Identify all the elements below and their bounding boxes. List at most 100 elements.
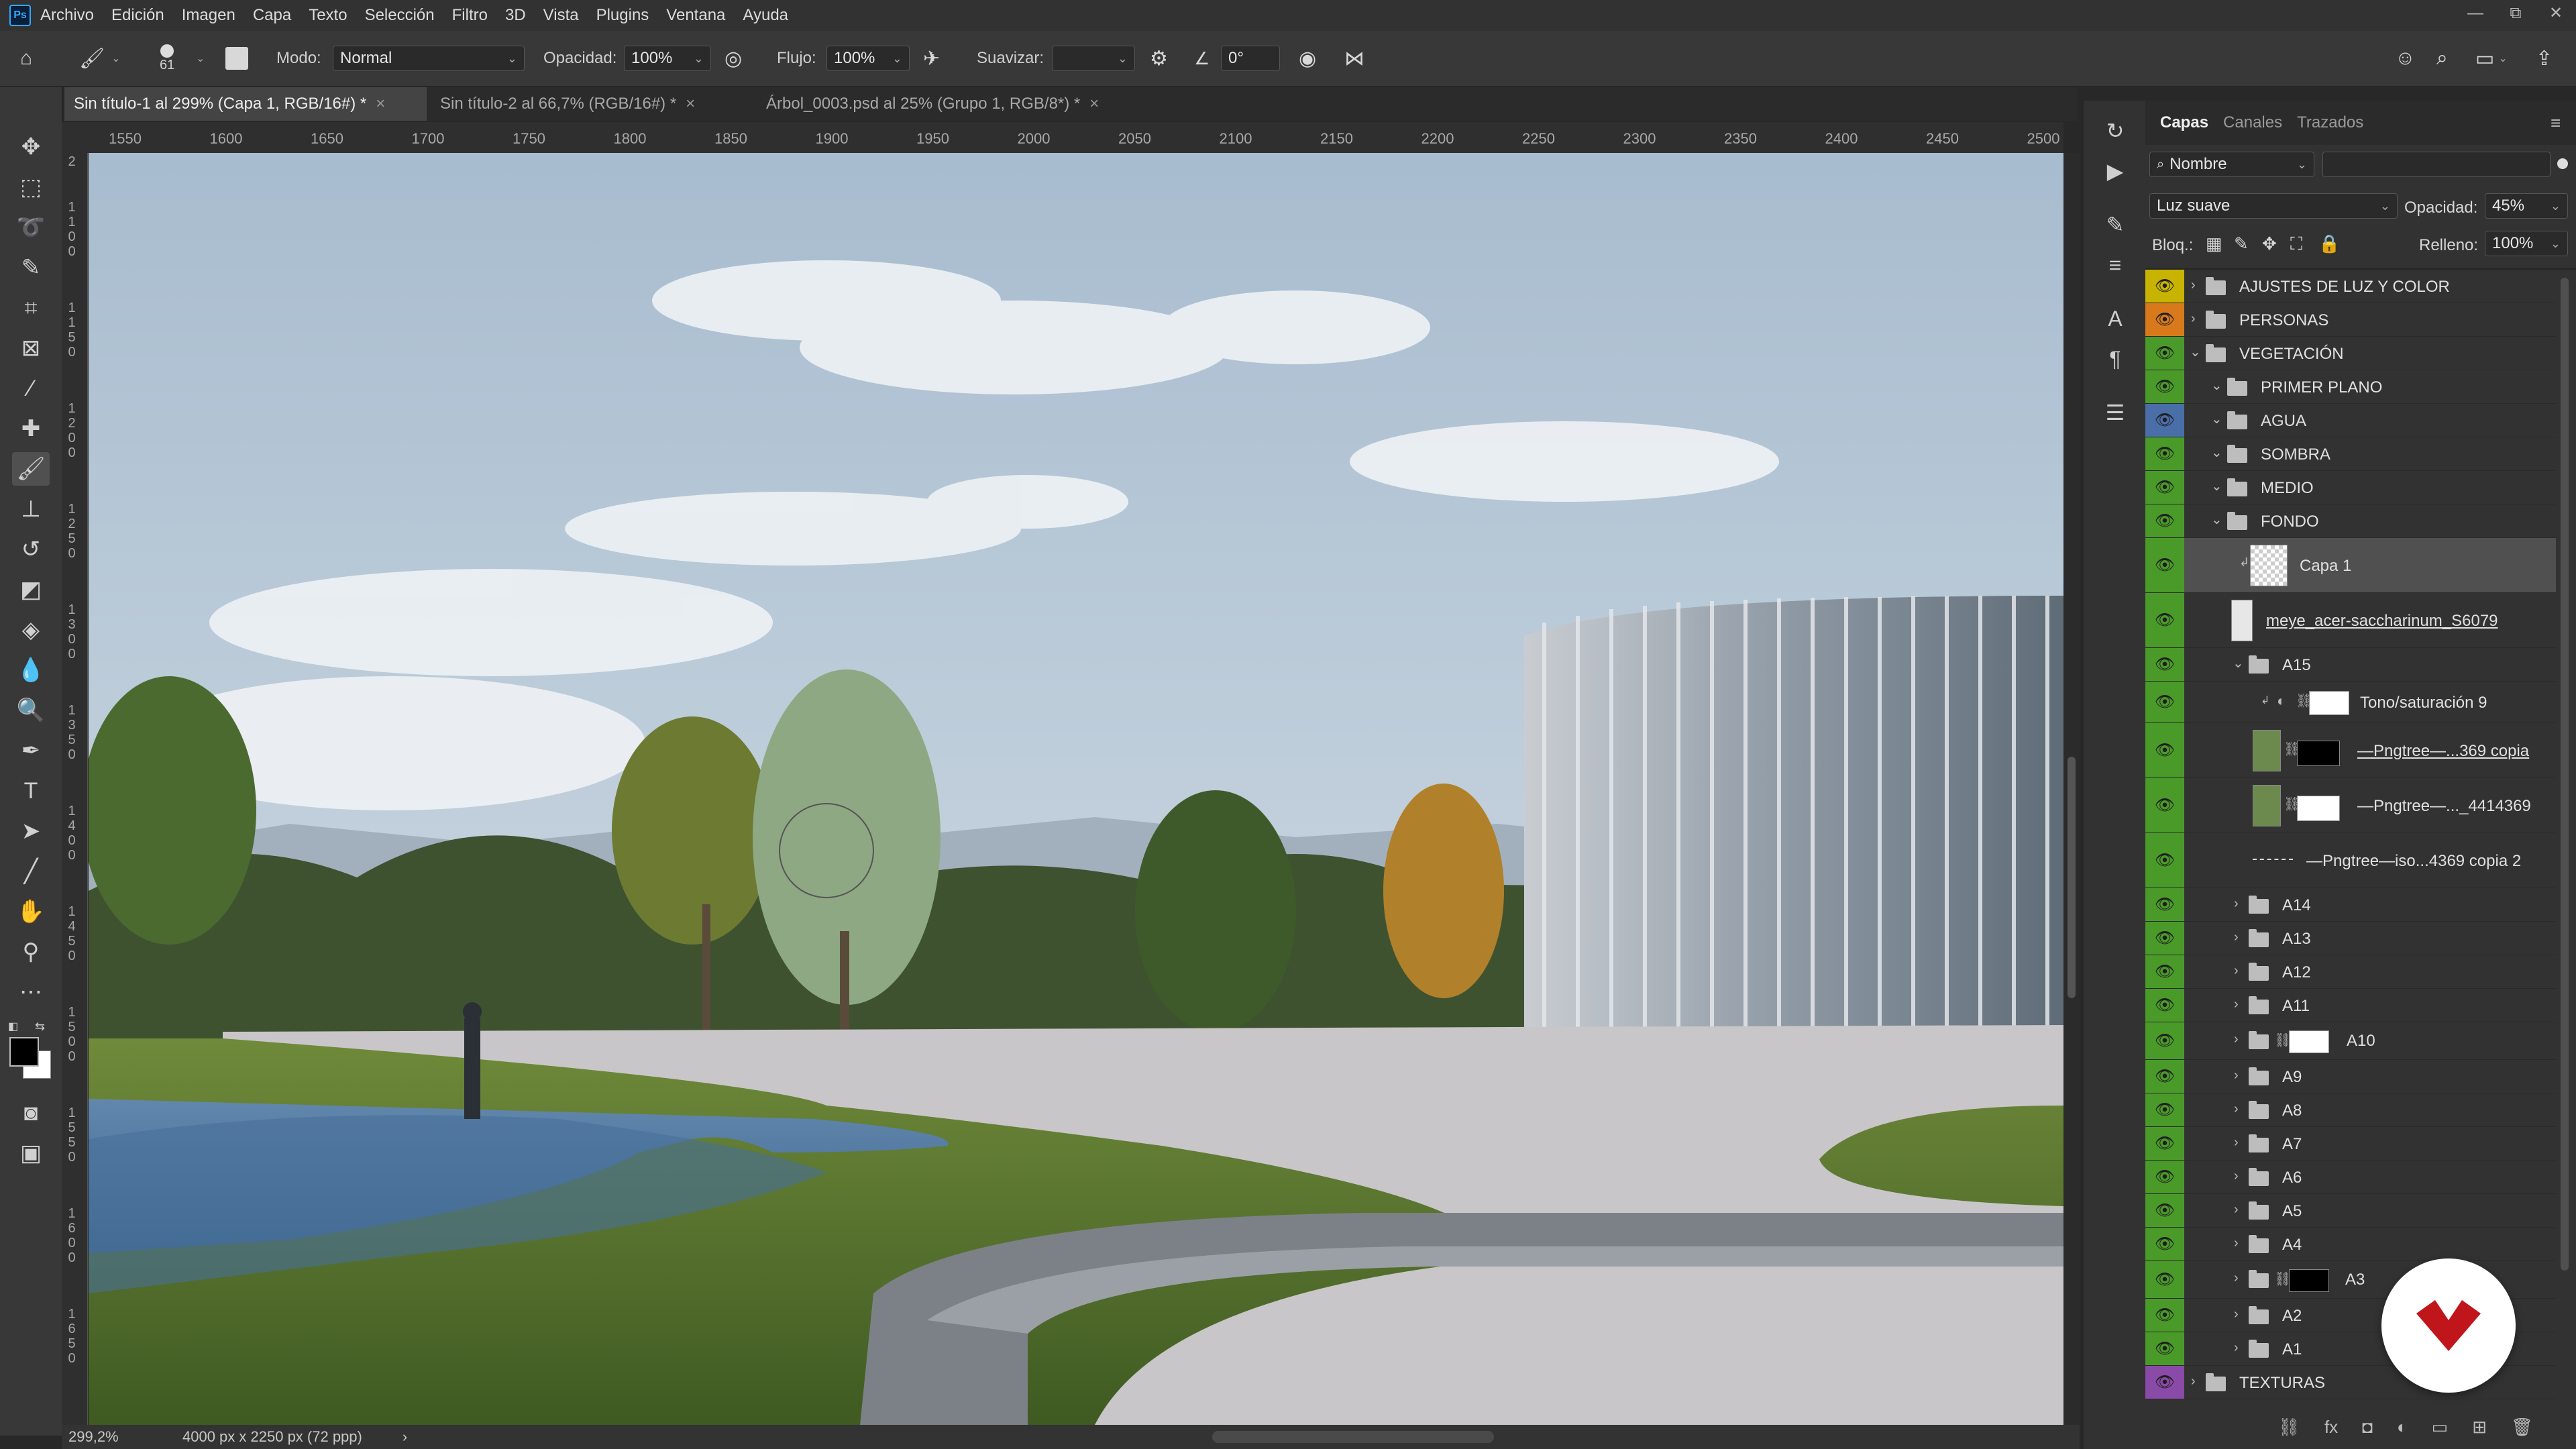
- layer-row-capa-1[interactable]: 👁 ↲ Capa 1: [2145, 538, 2556, 593]
- paragraph-icon[interactable]: ¶: [2098, 342, 2132, 376]
- visibility-eye-icon[interactable]: 👁: [2145, 989, 2184, 1022]
- layer-row-a15[interactable]: 👁 ⌄ A15: [2145, 648, 2556, 682]
- pressure-opacity-icon[interactable]: ◎: [724, 47, 742, 70]
- visibility-eye-icon[interactable]: 👁: [2145, 1228, 2184, 1260]
- brush-tool-icon[interactable]: 🖌: [79, 47, 105, 70]
- type-tool-icon[interactable]: T: [12, 774, 50, 808]
- chevron-down-icon[interactable]: ⌄: [2211, 444, 2222, 461]
- eraser-tool-icon[interactable]: ◩: [12, 573, 50, 606]
- history-icon[interactable]: ↻: [2098, 114, 2132, 148]
- layer-mask-thumbnail[interactable]: [2289, 1030, 2329, 1053]
- close-icon[interactable]: ×: [376, 95, 385, 113]
- tab-document-1[interactable]: Sin título-1 al 299% (Capa 1, RGB/16#) *…: [64, 87, 427, 121]
- blend-mode-select[interactable]: Luz suave ⌄: [2149, 193, 2398, 219]
- actions-play-icon[interactable]: ▶: [2098, 154, 2132, 188]
- menu-plugins[interactable]: Plugins: [596, 6, 649, 25]
- search-icon[interactable]: ⌕: [2436, 47, 2448, 70]
- menu-filtro[interactable]: Filtro: [452, 6, 488, 25]
- chevron-right-icon[interactable]: ›: [2234, 1307, 2239, 1322]
- lock-position-icon[interactable]: ✥: [2262, 233, 2277, 254]
- visibility-eye-icon[interactable]: 👁: [2145, 1299, 2184, 1332]
- chevron-down-icon[interactable]: ⌄: [2211, 411, 2222, 427]
- visibility-eye-icon[interactable]: 👁: [2145, 593, 2184, 647]
- layer-opacity-input[interactable]: 45% ⌄: [2485, 193, 2568, 219]
- eyedropper-tool-icon[interactable]: ⁄: [12, 372, 50, 405]
- layer-row-a9[interactable]: 👁 › A9: [2145, 1060, 2556, 1093]
- visibility-eye-icon[interactable]: 👁: [2145, 1161, 2184, 1193]
- chevron-down-icon[interactable]: ⌄: [2190, 343, 2201, 360]
- close-icon[interactable]: ×: [1089, 95, 1099, 113]
- canvas-vertical-scrollbar[interactable]: [2063, 153, 2080, 1425]
- layer-row-meye-acer[interactable]: 👁 meye_acer-saccharinum_S6079: [2145, 593, 2556, 648]
- mode-select[interactable]: Normal ⌄: [333, 46, 525, 71]
- character-icon[interactable]: A: [2098, 302, 2132, 335]
- foreground-color-swatch[interactable]: [9, 1037, 39, 1067]
- line-tool-icon[interactable]: ╱: [12, 855, 50, 888]
- lock-all-icon[interactable]: 🔒: [2318, 233, 2340, 254]
- scrollbar-thumb[interactable]: [2068, 757, 2076, 998]
- visibility-eye-icon[interactable]: 👁: [2145, 1060, 2184, 1093]
- layer-mask-thumbnail[interactable]: [2297, 741, 2340, 766]
- layer-mask-thumbnail[interactable]: [2309, 691, 2349, 715]
- layer-row-medio[interactable]: 👁 ⌄ MEDIO: [2145, 471, 2556, 504]
- brush-tool-icon[interactable]: 🖌: [12, 452, 50, 486]
- symmetry-butterfly-icon[interactable]: ⋈: [1344, 47, 1364, 70]
- menu-imagen[interactable]: Imagen: [182, 6, 235, 25]
- zoom-tool-icon[interactable]: ⚲: [12, 935, 50, 969]
- home-icon[interactable]: ⌂: [20, 47, 32, 70]
- swap-colors-icon[interactable]: ⇆: [35, 1020, 48, 1033]
- fill-input[interactable]: 100% ⌄: [2485, 231, 2568, 256]
- layer-mask-thumbnail[interactable]: [2289, 1269, 2329, 1292]
- visibility-eye-icon[interactable]: 👁: [2145, 723, 2184, 777]
- quick-selection-tool-icon[interactable]: ✎: [12, 251, 50, 284]
- workspace-icon[interactable]: ▭: [2475, 47, 2494, 70]
- flow-input[interactable]: 100% ⌄: [826, 46, 910, 71]
- visibility-eye-icon[interactable]: 👁: [2145, 1022, 2184, 1059]
- chevron-right-icon[interactable]: ›: [2234, 1068, 2239, 1083]
- airbrush-icon[interactable]: ✈: [923, 47, 940, 70]
- visibility-eye-icon[interactable]: 👁: [2145, 1194, 2184, 1227]
- document-canvas[interactable]: [89, 153, 2063, 1425]
- link-layers-icon[interactable]: ⛓: [2278, 1417, 2300, 1438]
- layer-filter-select[interactable]: ⌕ Nombre ⌄: [2149, 152, 2314, 177]
- layer-row-a11[interactable]: 👁 › A11: [2145, 989, 2556, 1022]
- adjustment-layer-icon[interactable]: ◐: [2397, 1417, 2408, 1438]
- visibility-eye-icon[interactable]: 👁: [2145, 471, 2184, 504]
- brushes-icon[interactable]: ✎: [2098, 208, 2132, 241]
- chevron-right-icon[interactable]: ›: [2191, 278, 2196, 293]
- layer-row-agua[interactable]: 👁 ⌄ AGUA: [2145, 404, 2556, 437]
- visibility-eye-icon[interactable]: 👁: [2145, 888, 2184, 921]
- menu-ayuda[interactable]: Ayuda: [743, 6, 788, 25]
- menu-3d[interactable]: 3D: [505, 6, 526, 25]
- adjustments-icon[interactable]: ☰: [2098, 396, 2132, 429]
- visibility-eye-icon[interactable]: 👁: [2145, 303, 2184, 336]
- visibility-eye-icon[interactable]: 👁: [2145, 1332, 2184, 1365]
- chevron-right-icon[interactable]: ›: [2234, 896, 2239, 912]
- visibility-eye-icon[interactable]: 👁: [2145, 648, 2184, 681]
- visibility-eye-icon[interactable]: 👁: [2145, 437, 2184, 470]
- visibility-eye-icon[interactable]: 👁: [2145, 778, 2184, 833]
- brush-settings-icon[interactable]: [225, 47, 248, 70]
- menu-archivo[interactable]: Archivo: [40, 6, 94, 25]
- status-menu-arrow[interactable]: ›: [402, 1428, 407, 1446]
- opacity-input[interactable]: 100% ⌄: [624, 46, 711, 71]
- pen-tool-icon[interactable]: ✒: [12, 734, 50, 767]
- visibility-eye-icon[interactable]: 👁: [2145, 1093, 2184, 1126]
- layer-row-a8[interactable]: 👁 › A8: [2145, 1093, 2556, 1127]
- lock-transparency-icon[interactable]: ▦: [2206, 233, 2222, 254]
- layer-row-primer-plano[interactable]: 👁 ⌄ PRIMER PLANO: [2145, 370, 2556, 404]
- layer-row-vegetacion[interactable]: 👁 ⌄ VEGETACIÓN: [2145, 337, 2556, 370]
- visibility-eye-icon[interactable]: 👁: [2145, 504, 2184, 537]
- default-colors-icon[interactable]: ◧: [8, 1020, 21, 1033]
- angle-input[interactable]: 0°: [1221, 46, 1280, 71]
- layer-row-a4[interactable]: 👁 › A4: [2145, 1228, 2556, 1261]
- chevron-right-icon[interactable]: ›: [2234, 1169, 2239, 1184]
- chevron-down-icon[interactable]: ⌄: [2498, 52, 2507, 65]
- share-icon[interactable]: ⇪: [2536, 47, 2553, 70]
- chevron-right-icon[interactable]: ›: [2234, 930, 2239, 945]
- layer-row-a10[interactable]: 👁 › ⛓ A10: [2145, 1022, 2556, 1060]
- dodge-tool-icon[interactable]: 🔍: [12, 694, 50, 727]
- visibility-eye-icon[interactable]: 👁: [2145, 1366, 2184, 1399]
- frame-tool-icon[interactable]: ⊠: [12, 331, 50, 365]
- chevron-down-icon[interactable]: ⌄: [2211, 377, 2222, 394]
